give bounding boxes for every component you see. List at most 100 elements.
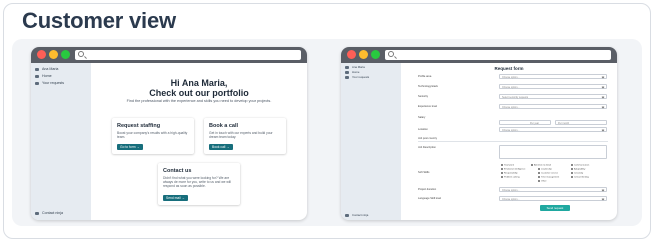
soft-skill-label: Teamwork [504, 164, 514, 167]
address-bar[interactable] [75, 50, 301, 60]
send-request-button[interactable]: Send request [540, 205, 570, 211]
seniority-select[interactable]: Select seniority requests [499, 94, 607, 99]
soft-skill-checkbox[interactable]: Teamwork [501, 164, 514, 167]
sidebar-item-home[interactable]: Home [345, 70, 359, 74]
field-label: Location [418, 128, 428, 131]
send-mail-button[interactable]: Send mail → [163, 195, 188, 201]
sidebar: Ana Maria Home Your requests Contact nin… [341, 63, 401, 220]
soft-skill-checkbox[interactable]: Responsibility [501, 172, 518, 175]
browser-titlebar [31, 47, 307, 63]
soft-skill-checkbox[interactable]: Adaptability [571, 168, 585, 171]
sidebar-contact[interactable]: Contact ninja [35, 211, 63, 215]
salary-per-year-input[interactable]: Per year [499, 120, 551, 125]
field-label: Project duration [418, 188, 437, 191]
sidebar-contact[interactable]: Contact ninja [345, 213, 368, 217]
experience-select[interactable]: Choose option... [499, 104, 607, 109]
greeting-subheading: Check out our portfolio [149, 88, 249, 98]
soft-skill-label: Time management [541, 176, 560, 179]
soft-skill-checkbox[interactable]: Attention to detail [531, 164, 551, 167]
chevron-down-icon [601, 105, 605, 109]
home-icon [345, 70, 349, 74]
close-window-icon[interactable] [347, 50, 356, 59]
card-description: Didn't find what you were looking for? W… [163, 176, 231, 188]
maximize-window-icon[interactable] [371, 50, 380, 59]
chevron-down-icon [601, 188, 605, 192]
sidebar-user[interactable]: Ana Maria [345, 65, 365, 69]
soft-skill-label: Critical thinking [574, 176, 589, 179]
logout-icon [35, 211, 39, 215]
maximize-window-icon[interactable] [61, 50, 70, 59]
soft-skill-checkbox[interactable]: Other [538, 180, 546, 183]
sidebar-item-label: Home [42, 74, 52, 78]
soft-skill-label: Attention to detail [534, 164, 551, 167]
field-label: Salary [418, 116, 426, 119]
card-description: Boost your company's results with a high… [117, 131, 188, 139]
minimize-window-icon[interactable] [49, 50, 58, 59]
select-value: Choose option... [502, 188, 520, 192]
soft-skill-label: Responsibility [504, 172, 518, 175]
chevron-down-icon [601, 95, 605, 99]
field-label: Language Skill level [418, 197, 442, 200]
field-label: Seniority [418, 95, 429, 98]
field-label: Technology/stack [418, 85, 438, 88]
soft-skill-label: Leadership [541, 168, 552, 171]
language-skill-select[interactable]: Choose option... [499, 196, 607, 201]
soft-skill-checkbox[interactable]: Creativity [571, 172, 583, 175]
job-description-textarea[interactable] [499, 145, 607, 159]
soft-skill-checkbox[interactable]: Critical thinking [571, 176, 589, 179]
soft-skill-checkbox[interactable]: Problem solving [501, 176, 520, 179]
soft-skill-checkbox[interactable]: Customer service [538, 172, 558, 175]
sidebar-item-home[interactable]: Home [35, 74, 52, 78]
salary-option: Per month [558, 121, 570, 125]
select-value: Choose option... [502, 197, 520, 201]
list-icon [35, 81, 39, 85]
main-content: Hi Ana Maria, Check out our portfolio Fi… [91, 63, 307, 220]
request-form: Request form Profile area Choose option.… [401, 63, 617, 220]
technology-select[interactable]: Choose option... [499, 84, 607, 89]
browser-titlebar [341, 47, 617, 63]
sidebar: Ana Maria Home Your requests Contact nin… [31, 63, 91, 220]
select-value: Choose option... [502, 75, 520, 79]
sidebar-item-label: Your requests [42, 81, 65, 85]
book-call-button[interactable]: Book call → [209, 144, 233, 150]
request-form-window: Ana Maria Home Your requests Contact nin… [341, 47, 617, 220]
salary-per-month-input[interactable]: Per month [555, 120, 607, 125]
sidebar-item-requests[interactable]: Your requests [345, 75, 369, 79]
card-title: Request staffing [117, 123, 161, 129]
page-title: Customer view [22, 8, 176, 33]
home-icon [35, 74, 39, 78]
soft-skill-checkbox[interactable]: Communication [571, 164, 589, 167]
card-book-call[interactable]: Book a call Get in touch with our expert… [204, 118, 286, 154]
card-request-staffing[interactable]: Request staffing Boost your company's re… [112, 118, 194, 154]
chevron-down-icon [601, 75, 605, 79]
minimize-window-icon[interactable] [359, 50, 368, 59]
field-label: Experience level [418, 105, 438, 108]
card-contact-us[interactable]: Contact us Didn't find what you were loo… [158, 163, 240, 205]
field-label: Job Description [418, 146, 436, 149]
address-bar[interactable] [385, 50, 611, 60]
salary-option: Per year [530, 121, 540, 125]
sidebar-item-requests[interactable]: Your requests [35, 81, 64, 85]
field-label: Profile area [418, 75, 432, 78]
card-title: Contact us [163, 168, 192, 174]
select-value: Choose option... [502, 105, 520, 109]
soft-skill-checkbox[interactable]: Leadership [538, 168, 552, 171]
search-icon [388, 51, 394, 57]
go-to-form-button[interactable]: Go to form → [117, 144, 143, 150]
soft-skill-label: Other [541, 180, 547, 183]
soft-skill-checkbox[interactable]: Time management [538, 176, 559, 179]
sidebar-contact-label: Contact ninja [42, 211, 63, 215]
sidebar-user[interactable]: Ana Maria [35, 67, 58, 71]
user-icon [345, 65, 349, 69]
soft-skill-label: Customer service [541, 172, 559, 175]
select-value: Choose option... [502, 85, 520, 89]
soft-skill-checkbox[interactable]: Emotional intelligence [501, 168, 525, 171]
list-icon [345, 75, 349, 79]
field-label: Soft Skills [418, 171, 430, 174]
project-duration-select[interactable]: Choose option... [499, 187, 607, 192]
location-select[interactable]: Choose option... [499, 127, 607, 132]
sidebar-user-label: Ana Maria [352, 65, 365, 69]
sidebar-user-label: Ana Maria [42, 67, 59, 71]
profile-area-select[interactable]: Choose option... [499, 74, 607, 79]
close-window-icon[interactable] [37, 50, 46, 59]
